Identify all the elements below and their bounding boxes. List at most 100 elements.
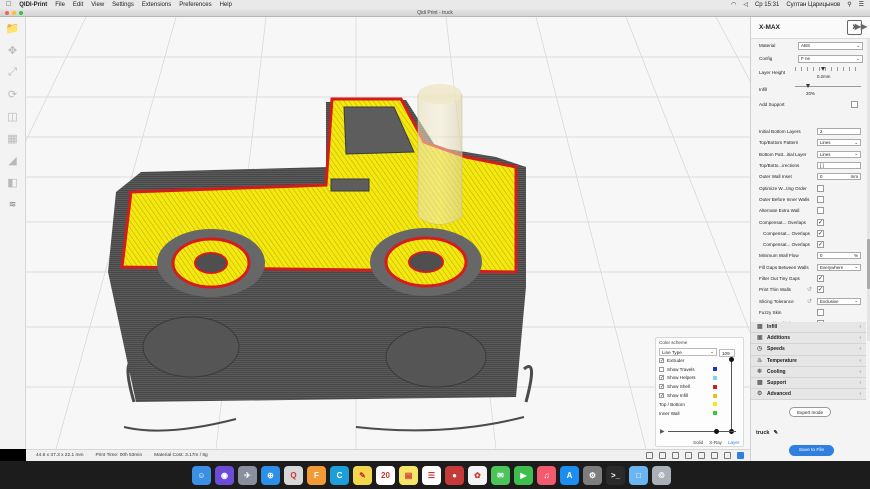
- support-blocker-icon[interactable]: ◢: [5, 153, 21, 167]
- arrange-icon[interactable]: [724, 452, 731, 459]
- window-minimize-button[interactable]: [12, 11, 16, 15]
- edit-icon[interactable]: ✎: [773, 430, 778, 436]
- view-right-icon[interactable]: [698, 452, 705, 459]
- show-helpers-checkbox[interactable]: ✓: [659, 375, 664, 381]
- view-mode-layer[interactable]: Layer: [728, 440, 740, 445]
- menu-extensions[interactable]: Extensions: [142, 2, 171, 8]
- extruder-checkbox[interactable]: ✓: [659, 357, 664, 363]
- scale-icon[interactable]: ⤢: [5, 65, 21, 79]
- setting-checkbox[interactable]: ✓: [817, 275, 824, 282]
- delete-icon[interactable]: [711, 452, 718, 459]
- menu-settings[interactable]: Settings: [112, 2, 134, 8]
- view-mode-xray[interactable]: X-Ray: [709, 440, 722, 445]
- menu-view[interactable]: View: [91, 2, 104, 8]
- wifi-icon[interactable]: ≋: [5, 197, 21, 211]
- setting-input[interactable]: [ ]: [817, 162, 861, 170]
- 3d-viewport[interactable]: [26, 17, 750, 449]
- category-advanced[interactable]: ⚙ Advanced ‹: [751, 389, 866, 401]
- color-scheme-item[interactable]: ✓ Show Infill: [659, 391, 717, 400]
- reset-icon[interactable]: ↺: [807, 298, 812, 305]
- dock-finder-icon[interactable]: ☺: [192, 465, 211, 485]
- show-shell-checkbox[interactable]: ✓: [659, 384, 664, 390]
- category-infill[interactable]: ▦ Infill ‹: [751, 322, 866, 334]
- dock-photos-icon[interactable]: ✿: [468, 465, 487, 485]
- dock-stickies-icon[interactable]: ▤: [399, 465, 418, 485]
- setting-checkbox[interactable]: ✓: [817, 218, 824, 226]
- view-front-icon[interactable]: [659, 452, 666, 459]
- setting-input[interactable]: 0 mm: [817, 173, 861, 181]
- layer-icon[interactable]: ◧: [5, 175, 21, 189]
- menu-file[interactable]: File: [55, 2, 65, 8]
- setting-select[interactable]: Everywhere ⌄: [817, 263, 861, 271]
- dock-fusion-icon[interactable]: F: [307, 465, 326, 485]
- dock-cura-icon[interactable]: C: [330, 465, 349, 485]
- view-3d-icon[interactable]: [646, 452, 653, 459]
- mirror-icon[interactable]: ◫: [5, 109, 21, 123]
- show-infill-checkbox[interactable]: ✓: [659, 393, 664, 399]
- dock-launchpad-icon[interactable]: ✈: [238, 465, 257, 485]
- color-scheme-item[interactable]: Show Travels: [659, 365, 717, 374]
- setting-checkbox[interactable]: ✓: [817, 229, 824, 237]
- dock-facetime-icon[interactable]: ▶: [514, 465, 533, 485]
- color-scheme-item[interactable]: ✓ Extruder: [659, 356, 717, 365]
- open-file-icon[interactable]: 📁: [5, 21, 21, 35]
- notification-center-icon[interactable]: ☰: [859, 1, 864, 8]
- dock-messages-icon[interactable]: ✉: [491, 465, 510, 485]
- setting-checkbox[interactable]: ✓: [817, 286, 824, 294]
- color-scheme-item[interactable]: ✓ Show Helpers: [659, 374, 717, 383]
- view-mode-solid[interactable]: Solid: [693, 440, 703, 445]
- category-support[interactable]: ▩ Support ‹: [751, 377, 866, 390]
- volume-icon[interactable]: ◁: [743, 1, 748, 8]
- setting-input[interactable]: 2: [817, 128, 861, 136]
- category-speeds[interactable]: ◷ Speeds ‹: [751, 344, 866, 356]
- menu-app-name[interactable]: QIDI-Print: [19, 2, 47, 8]
- setting-checkbox[interactable]: [817, 184, 824, 192]
- layer-number-input[interactable]: 109: [719, 349, 735, 357]
- rotate-icon[interactable]: ⟳: [5, 87, 21, 101]
- dock-trash-icon[interactable]: ♲: [652, 465, 671, 485]
- dock-reminders-icon[interactable]: ☰: [422, 465, 441, 485]
- setting-input[interactable]: 0%: [817, 252, 861, 260]
- settings-scroll-list[interactable]: Initial Bottom Layers 2 Top/Bottom Pattern…: [751, 126, 868, 338]
- wifi-status-icon[interactable]: ◠: [731, 1, 736, 8]
- layer-view-icon[interactable]: [737, 452, 744, 459]
- play-icon[interactable]: ▶: [660, 428, 665, 435]
- apple-menu-icon[interactable]: : [6, 1, 11, 8]
- setting-checkbox[interactable]: ✓: [817, 241, 824, 249]
- layer-height-slider[interactable]: [821, 67, 825, 71]
- layer-slider-top-handle[interactable]: [729, 357, 734, 362]
- menu-help[interactable]: Help: [220, 2, 232, 8]
- path-slider-track[interactable]: [668, 431, 736, 432]
- setting-checkbox[interactable]: [817, 207, 824, 215]
- color-scheme-select[interactable]: Line Type ⌄: [659, 348, 717, 356]
- window-zoom-button[interactable]: [19, 11, 23, 15]
- dock-folder-icon[interactable]: □: [629, 465, 648, 485]
- dock-qidi-icon[interactable]: Q: [284, 465, 303, 485]
- setting-checkbox[interactable]: [817, 308, 824, 316]
- menu-edit[interactable]: Edit: [73, 2, 83, 8]
- dock-notes-icon[interactable]: ✎: [353, 465, 372, 485]
- menu-preferences[interactable]: Preferences: [179, 2, 211, 8]
- category-cooling[interactable]: ❄ Cooling ‹: [751, 366, 866, 378]
- per-model-settings-icon[interactable]: ▦: [5, 131, 21, 145]
- category-temperature[interactable]: ♨ Temperature ‹: [751, 355, 866, 367]
- spotlight-icon[interactable]: ⚲: [847, 1, 851, 8]
- dock-safari-icon[interactable]: ⊕: [261, 465, 280, 485]
- setting-checkbox[interactable]: [817, 195, 824, 203]
- forward-icon[interactable]: ▶▶: [855, 22, 867, 31]
- dock-app-store-icon[interactable]: A: [560, 465, 579, 485]
- dock-system-preferences-icon[interactable]: ⚙: [583, 465, 602, 485]
- window-close-button[interactable]: [5, 11, 9, 15]
- truck-model[interactable]: [108, 84, 526, 402]
- expert-mode-button[interactable]: Expert mode: [789, 407, 831, 417]
- save-to-file-button[interactable]: Save to File: [789, 445, 834, 456]
- dock-calendar-icon[interactable]: 20: [376, 465, 395, 485]
- category-additions[interactable]: ▣ Additions ‹: [751, 333, 866, 345]
- dock-photo-booth-icon[interactable]: ●: [445, 465, 464, 485]
- dock-music-icon[interactable]: ♫: [537, 465, 556, 485]
- view-left-icon[interactable]: [685, 452, 692, 459]
- view-top-icon[interactable]: [672, 452, 679, 459]
- setting-select[interactable]: Lines ⌄: [817, 150, 861, 158]
- dock-terminal-icon[interactable]: >_: [606, 465, 625, 485]
- material-select[interactable]: ABS ⌄: [798, 41, 863, 50]
